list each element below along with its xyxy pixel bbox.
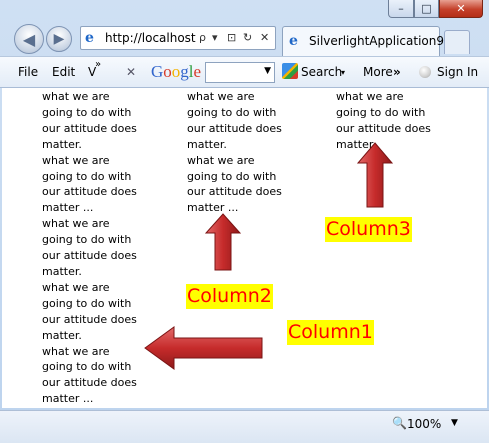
address-dropdown-icon[interactable]: ▾ [212,31,218,44]
column-text-line: our attitude does [42,249,137,263]
back-button[interactable]: ◀ [14,24,44,54]
column1-label: Column1 [287,320,374,345]
ie-tab-icon: e [289,33,298,49]
google-logo: Google [151,62,201,82]
search-icon[interactable]: ρ [199,31,206,44]
column-text-line: what we are [42,153,110,167]
column-text-line: what we are [42,217,110,231]
close-button[interactable]: ✕ [439,0,483,18]
column-text-line: our attitude does [336,121,431,135]
more-button[interactable]: More [363,65,393,79]
column-text-line: what we are [336,90,404,103]
google-search-input[interactable]: ▼ [205,62,275,83]
menu-overflow-icon[interactable]: » [95,59,101,70]
column-text-line: our attitude does [187,185,282,199]
google-letter: G [151,62,164,81]
zoom-dropdown-icon[interactable]: ▼ [451,418,458,428]
column-text-line: what we are [187,90,255,103]
google-letter: o [171,62,181,81]
page-content: what we are going to do with our attitude … [2,88,487,408]
column-text-line: going to do with [187,105,277,119]
browser-window: – □ ✕ ◀ ▶ e http://localhost ρ ▾ ⊡ ↻ ✕ e… [0,0,489,443]
column-text-line: what we are [42,90,110,103]
navigation-bar: ◀ ▶ e http://localhost ρ ▾ ⊡ ↻ ✕ e Silve… [0,20,489,56]
zoom-level[interactable]: 100% [407,417,441,431]
column-text-line: going to do with [336,105,426,119]
tab-silverlight-application[interactable]: e SilverlightApplication9 [282,26,444,56]
forward-button[interactable]: ▶ [46,26,72,52]
close-toolbar-icon[interactable]: ✕ [126,65,136,79]
compatibility-view-icon[interactable]: ⊡ [227,31,236,44]
google-letter: o [163,62,172,81]
column-text-line: our attitude does [42,185,137,199]
text-column-2: what we are going to do with our attitude … [187,89,307,216]
column-text-line: going to do with [42,296,132,310]
menu-bar: File Edit V » ✕ Google ▼ Search ▾ More »… [0,56,489,88]
column-text-line: matter ... [42,392,94,406]
left-arrow-column1 [144,326,263,370]
sign-in-icon[interactable] [419,66,431,78]
column-text-line: our attitude does [42,121,137,135]
column3-label: Column3 [325,217,412,242]
maximize-button[interactable]: □ [414,0,439,18]
text-column-3: what we are going to do with our attitude … [336,89,456,153]
chevron-down-icon[interactable]: ▼ [264,66,271,76]
column-text-line: going to do with [42,169,132,183]
up-arrow-column2 [205,213,241,271]
status-bar: 🔍 100% ▼ [0,410,489,443]
column-text-line: going to do with [42,105,132,119]
column-text-line: matter ... [42,201,94,215]
column-text-line: matter. [42,137,82,151]
ie-page-icon: e [85,30,94,46]
zoom-icon: 🔍 [392,416,407,430]
column-text-line: going to do with [187,169,277,183]
column-text-line: matter. [187,137,227,151]
column-text-line: what we are [42,280,110,294]
more-chevron-icon[interactable]: » [393,65,401,79]
column-text-line: matter. [42,264,82,278]
address-text[interactable]: http://localhost [105,31,196,45]
column-text-line: going to do with [42,233,132,247]
search-dropdown-icon[interactable]: ▾ [341,68,345,77]
address-bar[interactable]: e http://localhost ρ ▾ ⊡ ↻ ✕ [80,26,276,50]
new-tab-button[interactable] [444,30,470,54]
stop-icon[interactable]: ✕ [260,31,269,44]
column-text-line: our attitude does [187,121,282,135]
tab-title: SilverlightApplication9 [309,34,444,48]
column-text-line: what we are [187,153,255,167]
refresh-icon[interactable]: ↻ [243,31,252,44]
column2-label: Column2 [186,284,273,309]
column-text-line: our attitude does [42,376,137,390]
sign-in-button[interactable]: Sign In [437,65,478,79]
google-letter: g [180,62,189,81]
google-search-button[interactable]: Search [301,65,342,79]
minimize-button[interactable]: – [388,0,414,18]
google-letter: e [193,62,202,81]
google-search-icon[interactable] [282,63,298,79]
up-arrow-column3 [357,142,393,208]
menu-edit[interactable]: Edit [52,65,75,79]
window-controls: – □ ✕ [388,0,483,18]
menu-file[interactable]: File [18,65,38,79]
column-text-line: matter. [336,137,376,151]
